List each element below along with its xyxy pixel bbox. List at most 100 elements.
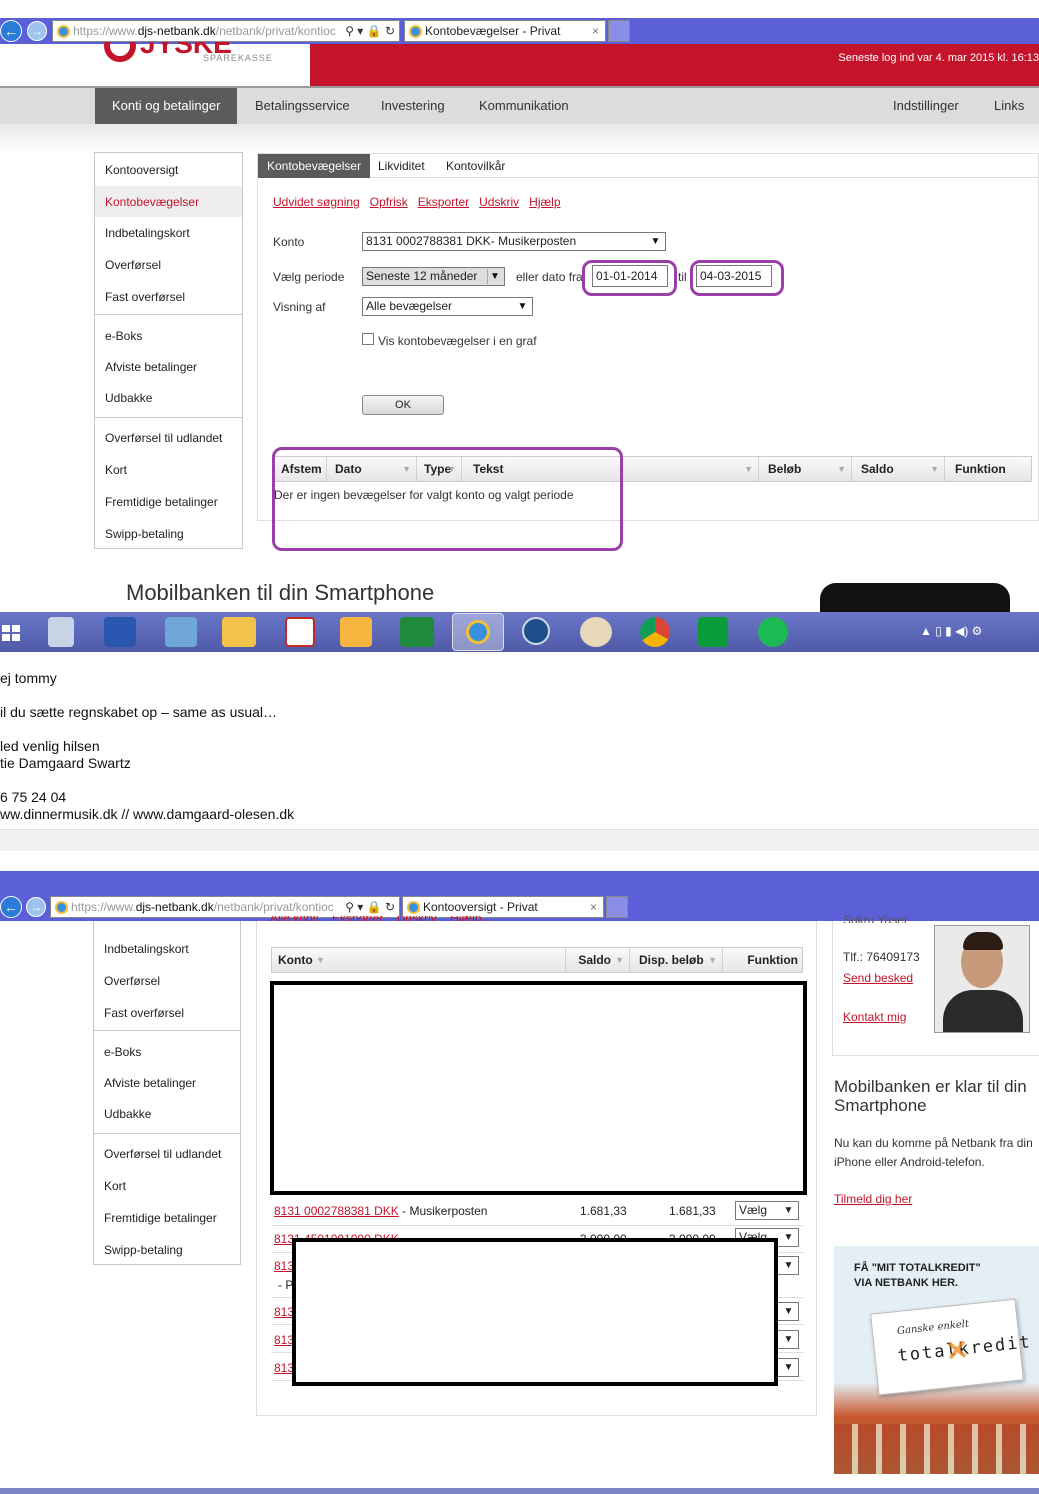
sidebar: Kontooversigt Kontobevægelser Indbetalin… xyxy=(94,152,243,549)
sidebar-item-udbakke[interactable]: Udbakke xyxy=(104,1107,151,1121)
windows-icon[interactable] xyxy=(0,617,24,647)
ad-headline: FÅ "MIT TOTALKREDIT" xyxy=(854,1262,981,1274)
column-funktion[interactable]: Funktion xyxy=(949,457,1031,481)
action-links: Udvidet søgning Opfrisk Eksporter Udskri… xyxy=(273,195,561,209)
chevron-down-icon: ▼ xyxy=(783,1334,794,1345)
chrome-icon[interactable] xyxy=(640,617,670,647)
browser-tab[interactable]: Kontobevægelser - Privat × xyxy=(404,20,606,42)
column-beloeb[interactable]: Beløb ▼ xyxy=(762,457,852,481)
sidebar-item-indbetalingskort[interactable]: Indbetalingskort xyxy=(104,942,189,956)
address-bar[interactable]: https://www.djs-netbank.dk/netbank/priva… xyxy=(52,20,400,42)
promo-body: Nu kan du komme på Netbank fra din iPhon… xyxy=(834,1136,1033,1169)
column-funktion[interactable]: Funktion xyxy=(726,948,802,972)
link-udvidet-soegning[interactable]: Udvidet søgning xyxy=(273,195,360,209)
spotify-icon[interactable] xyxy=(758,617,788,647)
outlook-icon[interactable] xyxy=(340,617,372,647)
highlight-date-from xyxy=(582,260,677,296)
remote-desktop-icon[interactable] xyxy=(165,617,197,647)
acrobat-icon[interactable] xyxy=(285,617,315,647)
su-icon[interactable] xyxy=(522,617,550,645)
sidebar-divider xyxy=(94,1030,240,1031)
back-button[interactable]: ← xyxy=(0,20,22,42)
calculator-icon[interactable] xyxy=(48,617,74,647)
chevron-down-icon: ▼ xyxy=(783,1306,794,1317)
link-hjaelp[interactable]: Hjælp xyxy=(529,195,560,209)
new-tab-button[interactable] xyxy=(608,20,630,42)
nav-links[interactable]: Links xyxy=(994,88,1024,124)
nav-shadow xyxy=(0,124,1039,154)
word-icon[interactable] xyxy=(104,617,136,647)
sidebar-item-kontooversigt[interactable]: Kontooversigt xyxy=(105,163,178,177)
nav-kommunikation[interactable]: Kommunikation xyxy=(479,88,569,124)
address-controls-icon[interactable]: ⚲ ▾ 🔒 ↻ xyxy=(345,897,395,917)
excel-icon[interactable] xyxy=(400,617,434,647)
account-link[interactable]: 8131 0002788381 DKK xyxy=(274,1204,399,1218)
forward-button[interactable]: → xyxy=(26,897,46,917)
kontakt-mig-link[interactable]: Kontakt mig xyxy=(843,1010,906,1024)
visning-select[interactable]: Alle bevægelser ▼ xyxy=(362,297,533,316)
nav-indstillinger[interactable]: Indstillinger xyxy=(893,88,959,124)
column-saldo[interactable]: Saldo ▼ xyxy=(855,457,945,481)
sidebar-item-afviste-betalinger[interactable]: Afviste betalinger xyxy=(104,1076,196,1090)
link-udskriv[interactable]: Udskriv xyxy=(479,195,519,209)
totalkredit-ad[interactable]: FÅ "MIT TOTALKREDIT" VIA NETBANK HER. Ga… xyxy=(834,1246,1039,1474)
sidebar-item-swipp-betaling[interactable]: Swipp-betaling xyxy=(105,527,184,541)
nav-betalingsservice[interactable]: Betalingsservice xyxy=(255,88,350,124)
tab-kontobevaegelser[interactable]: Kontobevægelser xyxy=(258,154,371,178)
promo-heading: Mobilbanken er klar til din Smartphone xyxy=(834,1077,1027,1115)
column-saldo[interactable]: Saldo ▼ xyxy=(568,948,630,972)
back-button[interactable]: ← xyxy=(0,896,22,918)
store-icon[interactable] xyxy=(698,617,728,647)
sidebar-item-fast-overfoersel[interactable]: Fast overførsel xyxy=(105,290,185,304)
email-greeting: ej tommy xyxy=(0,670,57,686)
tilmeld-link[interactable]: Tilmeld dig her xyxy=(834,1192,912,1206)
sidebar-item-overfoersel-udlandet[interactable]: Overførsel til udlandet xyxy=(105,431,222,445)
disp-value: 1.681,33 xyxy=(669,1204,716,1218)
send-besked-link[interactable]: Send besked xyxy=(843,971,913,985)
column-konto[interactable]: Konto ▼ xyxy=(272,948,566,972)
function-select[interactable]: Vælg ▼ xyxy=(735,1201,799,1220)
new-tab-button[interactable] xyxy=(606,896,628,918)
sidebar-item-fremtidige-betalinger[interactable]: Fremtidige betalinger xyxy=(105,495,218,509)
internet-explorer-icon[interactable] xyxy=(452,613,504,651)
paint-icon[interactable] xyxy=(580,617,612,647)
sidebar-item-fast-overfoersel[interactable]: Fast overførsel xyxy=(104,1006,184,1020)
browser-tab[interactable]: Kontooversigt - Privat × xyxy=(402,896,604,918)
tab-close-icon[interactable]: × xyxy=(592,21,599,41)
konto-select[interactable]: 8131 0002788381 DKK- Musikerposten ▼ xyxy=(362,232,666,251)
sidebar-item-kort[interactable]: Kort xyxy=(105,463,127,477)
tab-likviditet[interactable]: Likviditet xyxy=(369,154,434,178)
sidebar-item-overfoersel[interactable]: Overførsel xyxy=(104,974,160,988)
sidebar-item-overfoersel-udlandet[interactable]: Overførsel til udlandet xyxy=(104,1147,221,1161)
sidebar-item-eboks[interactable]: e-Boks xyxy=(105,329,142,343)
sidebar-item-indbetalingskort[interactable]: Indbetalingskort xyxy=(105,226,190,240)
forward-button[interactable]: → xyxy=(27,21,47,41)
sidebar-item-eboks[interactable]: e-Boks xyxy=(104,1045,141,1059)
advisor-name: Sukru Yaser xyxy=(843,913,908,923)
periode-select[interactable]: Seneste 12 måneder ▼ xyxy=(362,267,505,286)
sidebar-divider xyxy=(95,314,242,315)
tab-kontovilkaar[interactable]: Kontovilkår xyxy=(437,154,514,178)
link-eksporter[interactable]: Eksporter xyxy=(418,195,469,209)
email-phone: 6 75 24 04 xyxy=(0,789,67,805)
tab-close-icon[interactable]: × xyxy=(590,897,597,917)
sidebar-item-kontobevaegelser[interactable]: Kontobevægelser xyxy=(95,186,242,217)
sidebar-divider xyxy=(95,417,242,418)
sidebar-item-fremtidige-betalinger[interactable]: Fremtidige betalinger xyxy=(104,1211,217,1225)
sidebar-item-swipp-betaling[interactable]: Swipp-betaling xyxy=(104,1243,183,1257)
sidebar-item-afviste-betalinger[interactable]: Afviste betalinger xyxy=(105,360,197,374)
nav-investering[interactable]: Investering xyxy=(381,88,445,124)
column-disp-beloeb[interactable]: Disp. beløb ▼ xyxy=(633,948,723,972)
graph-checkbox[interactable] xyxy=(362,333,374,345)
address-controls-icon[interactable]: ⚲ ▾ 🔒 ↻ xyxy=(345,21,395,41)
last-login-text: Seneste log ind var 4. mar 2015 kl. 16:1… xyxy=(838,52,1039,64)
system-tray[interactable]: ▲ ▯ ▮ ◀) ⚙ xyxy=(920,624,982,638)
nav-konti-og-betalinger[interactable]: Konti og betalinger xyxy=(95,88,238,124)
link-opfrisk[interactable]: Opfrisk xyxy=(370,195,408,209)
sidebar-item-kort[interactable]: Kort xyxy=(104,1179,126,1193)
sidebar-item-overfoersel[interactable]: Overførsel xyxy=(105,258,161,272)
address-bar[interactable]: https://www.djs-netbank.dk/netbank/priva… xyxy=(50,896,400,918)
sidebar-item-udbakke[interactable]: Udbakke xyxy=(105,391,152,405)
file-explorer-icon[interactable] xyxy=(222,617,256,647)
ok-button[interactable]: OK xyxy=(362,395,444,415)
